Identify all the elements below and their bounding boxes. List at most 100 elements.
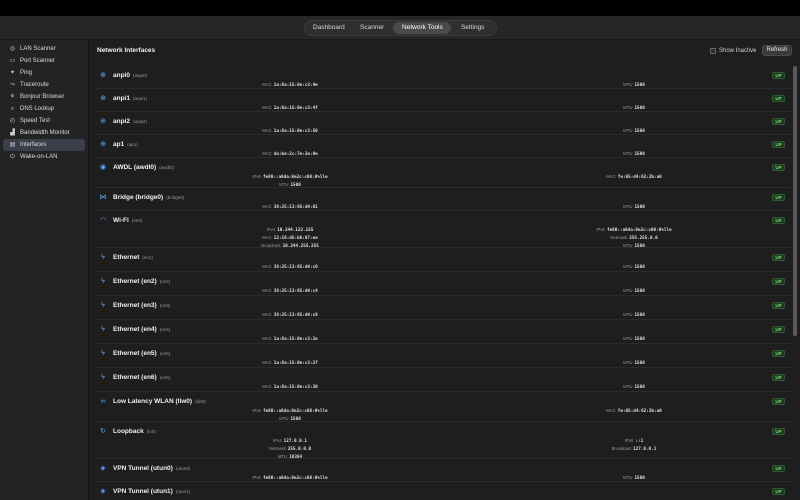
interface-device-id: (utun0)	[175, 466, 191, 471]
status-badge: UP	[772, 95, 785, 102]
show-inactive-toggle[interactable]: Show Inactive	[710, 48, 756, 54]
status-badge: UP	[772, 217, 785, 224]
show-inactive-checkbox[interactable]	[710, 48, 716, 54]
detail-key: MTU	[623, 128, 633, 133]
sidebar-item-traceroute[interactable]: ⤳ Traceroute	[3, 79, 85, 91]
detail-column-left: MAC 36:25:13:65:d4:c0	[205, 263, 375, 271]
detail-key: IPv6	[624, 438, 634, 443]
interface-name: Ethernet (en4) (en4)	[113, 326, 170, 333]
interface-name-text: Ethernet (en5)	[113, 350, 157, 357]
detail-line: MAC 1a:6a:15:0e:c3:2f	[205, 359, 375, 367]
sidebar-item-lan-scanner[interactable]: ◎ LAN Scanner	[3, 43, 85, 55]
detail-column-right: MTU 1500	[549, 383, 719, 391]
refresh-button[interactable]: Refresh	[762, 45, 792, 56]
detail-key: MTU	[623, 105, 633, 110]
tab-settings[interactable]: Settings	[451, 22, 494, 34]
detail-key: IPv6	[596, 227, 605, 232]
tab-network-tools[interactable]: Network Tools	[393, 22, 452, 34]
detail-key: MTU	[623, 475, 633, 480]
detail-value: 36:25:13:65:d4:01	[273, 205, 318, 210]
interface-row[interactable]: ⊕ anpi0 (anpi0) UP MAC 1a:6a:15:0e:c3:4e MTU 15…	[95, 66, 791, 89]
status-badge: UP	[772, 118, 785, 125]
interface-row[interactable]: ϟ Ethernet (en3) (en3) UP MAC 36:25:13:65:d4:…	[95, 296, 791, 320]
interface-row[interactable]: ⊕ ap1 (ap1) UP MAC da:be:2c:7e:2e:9e MTU 1500	[95, 135, 791, 158]
detail-key: Netmask	[610, 235, 628, 240]
interface-device-id: (en5)	[159, 351, 171, 356]
port-icon: ▭	[9, 57, 16, 64]
detail-line: MAC 36:25:13:65:d4:c8	[205, 311, 375, 319]
detail-value: 1500	[634, 152, 645, 157]
detail-value: da:be:2c:7e:2e:9e	[273, 152, 318, 157]
interface-name: Ethernet (en2) (en2)	[113, 278, 170, 285]
interface-device-id: (en3)	[159, 303, 171, 308]
detail-line: MAC 1a:6a:15:0e:c3:2e	[205, 335, 375, 343]
interface-name-text: Ethernet	[113, 254, 140, 261]
status-badge: UP	[772, 72, 785, 79]
interface-row[interactable]: ⊕ anpi2 (anpi2) UP MAC 1a:6a:15:0e:c3:50 MTU 15…	[95, 112, 791, 135]
detail-key: MTU	[623, 288, 633, 293]
detail-column-left: MAC 1a:6a:15:0e:c3:2e	[205, 335, 375, 343]
globe-icon: ⊕	[100, 72, 106, 79]
interface-row[interactable]: ∞ Low Latency WLAN (llw0) (llw0) UP IPv6 fe80…	[95, 392, 791, 422]
detail-column-right: MTU 1500	[549, 335, 719, 343]
detail-line: MTU 1500	[549, 104, 719, 112]
detail-key: MAC	[262, 105, 272, 110]
sidebar-item-wake-on-lan[interactable]: ⏻ Wake-on-LAN	[3, 151, 85, 163]
detail-column-left: MAC 1a:6a:15:0e:c3:4e	[205, 81, 375, 89]
interface-name-text: Wi-Fi	[113, 217, 129, 224]
scrollbar-thumb[interactable]	[793, 66, 797, 336]
status-badge: UP	[772, 278, 785, 285]
interface-row[interactable]: ϟ Ethernet (en1) UP MAC 36:25:13:65:d4:c0 MTU 1…	[95, 248, 791, 272]
sidebar-item-label: Interfaces	[20, 142, 47, 148]
interface-row[interactable]: ϟ Ethernet (en4) (en4) UP MAC 1a:6a:15:0e:c3:…	[95, 320, 791, 344]
interface-name-text: Ethernet (en4)	[113, 326, 157, 333]
detail-value: 36:25:13:65:d4:c4	[273, 289, 318, 294]
detail-key: MTU	[623, 312, 633, 317]
bolt-icon: ϟ	[101, 374, 105, 381]
detail-value: 10.244.122.155	[277, 228, 314, 233]
sidebar-item-ping[interactable]: ✦ Ping	[3, 67, 85, 79]
sidebar-item-bonjour-browser[interactable]: ⚘ Bonjour Browser	[3, 91, 85, 103]
detail-line: IPv6::1	[549, 437, 719, 445]
detail-line: Netmask 255.0.0.0	[205, 445, 375, 453]
detail-column-right: MTU 1500	[549, 127, 719, 135]
detail-column-right: MTU 1500	[549, 104, 719, 112]
sidebar-item-port-scanner[interactable]: ▭ Port Scanner	[3, 55, 85, 67]
scrollbar[interactable]	[793, 66, 797, 500]
detail-value: 1500	[634, 361, 645, 366]
sidebar-item-label: DNS Lookup	[20, 106, 55, 112]
tab-scanner[interactable]: Scanner	[351, 22, 394, 34]
detail-column-left: MAC 1a:6a:15:0e:c3:50	[205, 127, 375, 135]
detail-key: MAC	[262, 384, 272, 389]
interface-name: anpi2 (anpi2)	[113, 118, 147, 125]
detail-key: IPv4	[266, 227, 276, 232]
interface-row[interactable]: ϟ Ethernet (en2) (en2) UP MAC 36:25:13:65:d4:…	[95, 272, 791, 296]
detail-line: MAC 1a:6a:15:0e:c3:50	[205, 127, 375, 135]
detail-column-left: IPv6 fe80::a8da:8e2c:c08:0%lle MTU 1500	[205, 407, 375, 423]
detail-value: ::1	[635, 439, 644, 444]
interface-row[interactable]: ◉ AWDL (awdl0) (awdl0) UP IPv6 fe80::a8da:8e2…	[95, 158, 791, 188]
interface-row[interactable]: ◈ VPN Tunnel (utun1) (utun1) UP	[95, 482, 791, 500]
interface-name: anpi0 (anpi0)	[113, 72, 147, 79]
sidebar-item-interfaces[interactable]: ▤ Interfaces	[3, 139, 85, 151]
sidebar-item-dns-lookup[interactable]: ⌕ DNS Lookup	[3, 103, 85, 115]
detail-line: MTU 1500	[549, 311, 719, 319]
sidebar-item-speed-test[interactable]: ◴ Speed Test	[3, 115, 85, 127]
vpn-icon: ◈	[100, 488, 106, 495]
detail-key: MAC	[606, 174, 616, 179]
detail-column-left: MAC 1a:6a:15:0e:c3:4f	[205, 104, 375, 112]
interface-row[interactable]: ↻ Loopback (lo0) UP IPv4 127.0.0.1 Netmask 255.…	[95, 422, 791, 460]
detail-key: MTU	[623, 82, 633, 87]
interface-row[interactable]: ϟ Ethernet (en5) (en5) UP MAC 1a:6a:15:0e:c3:…	[95, 344, 791, 368]
interface-row[interactable]: ⋈ Bridge (bridge0) (bridge0) UP MAC 36:25:13:…	[95, 188, 791, 211]
interface-row[interactable]: ◈ VPN Tunnel (utun0) (utun0) UP IPv6 fe80::a8…	[95, 459, 791, 482]
detail-key: IPv4	[273, 438, 282, 443]
interface-row[interactable]: ⊕ anpi1 (anpi1) UP MAC 1a:6a:15:0e:c3:4f MTU 15…	[95, 89, 791, 112]
interface-row[interactable]: ϟ Ethernet (en6) (en6) UP MAC 1a:6a:15:0e:c3:…	[95, 368, 791, 392]
interface-row[interactable]: ◠ Wi-Fi (en0) UP IPv4 10.244.122.155 MAC 12:16:…	[95, 211, 791, 249]
sidebar-item-bandwidth-monitor[interactable]: ▟ Bandwidth Monitor	[3, 127, 85, 139]
sidebar-item-label: Speed Test	[20, 118, 50, 124]
tab-dashboard[interactable]: Dashboard	[307, 22, 351, 34]
detail-key: IPv6	[252, 475, 261, 480]
detail-value: 127.0.0.1	[633, 447, 657, 452]
